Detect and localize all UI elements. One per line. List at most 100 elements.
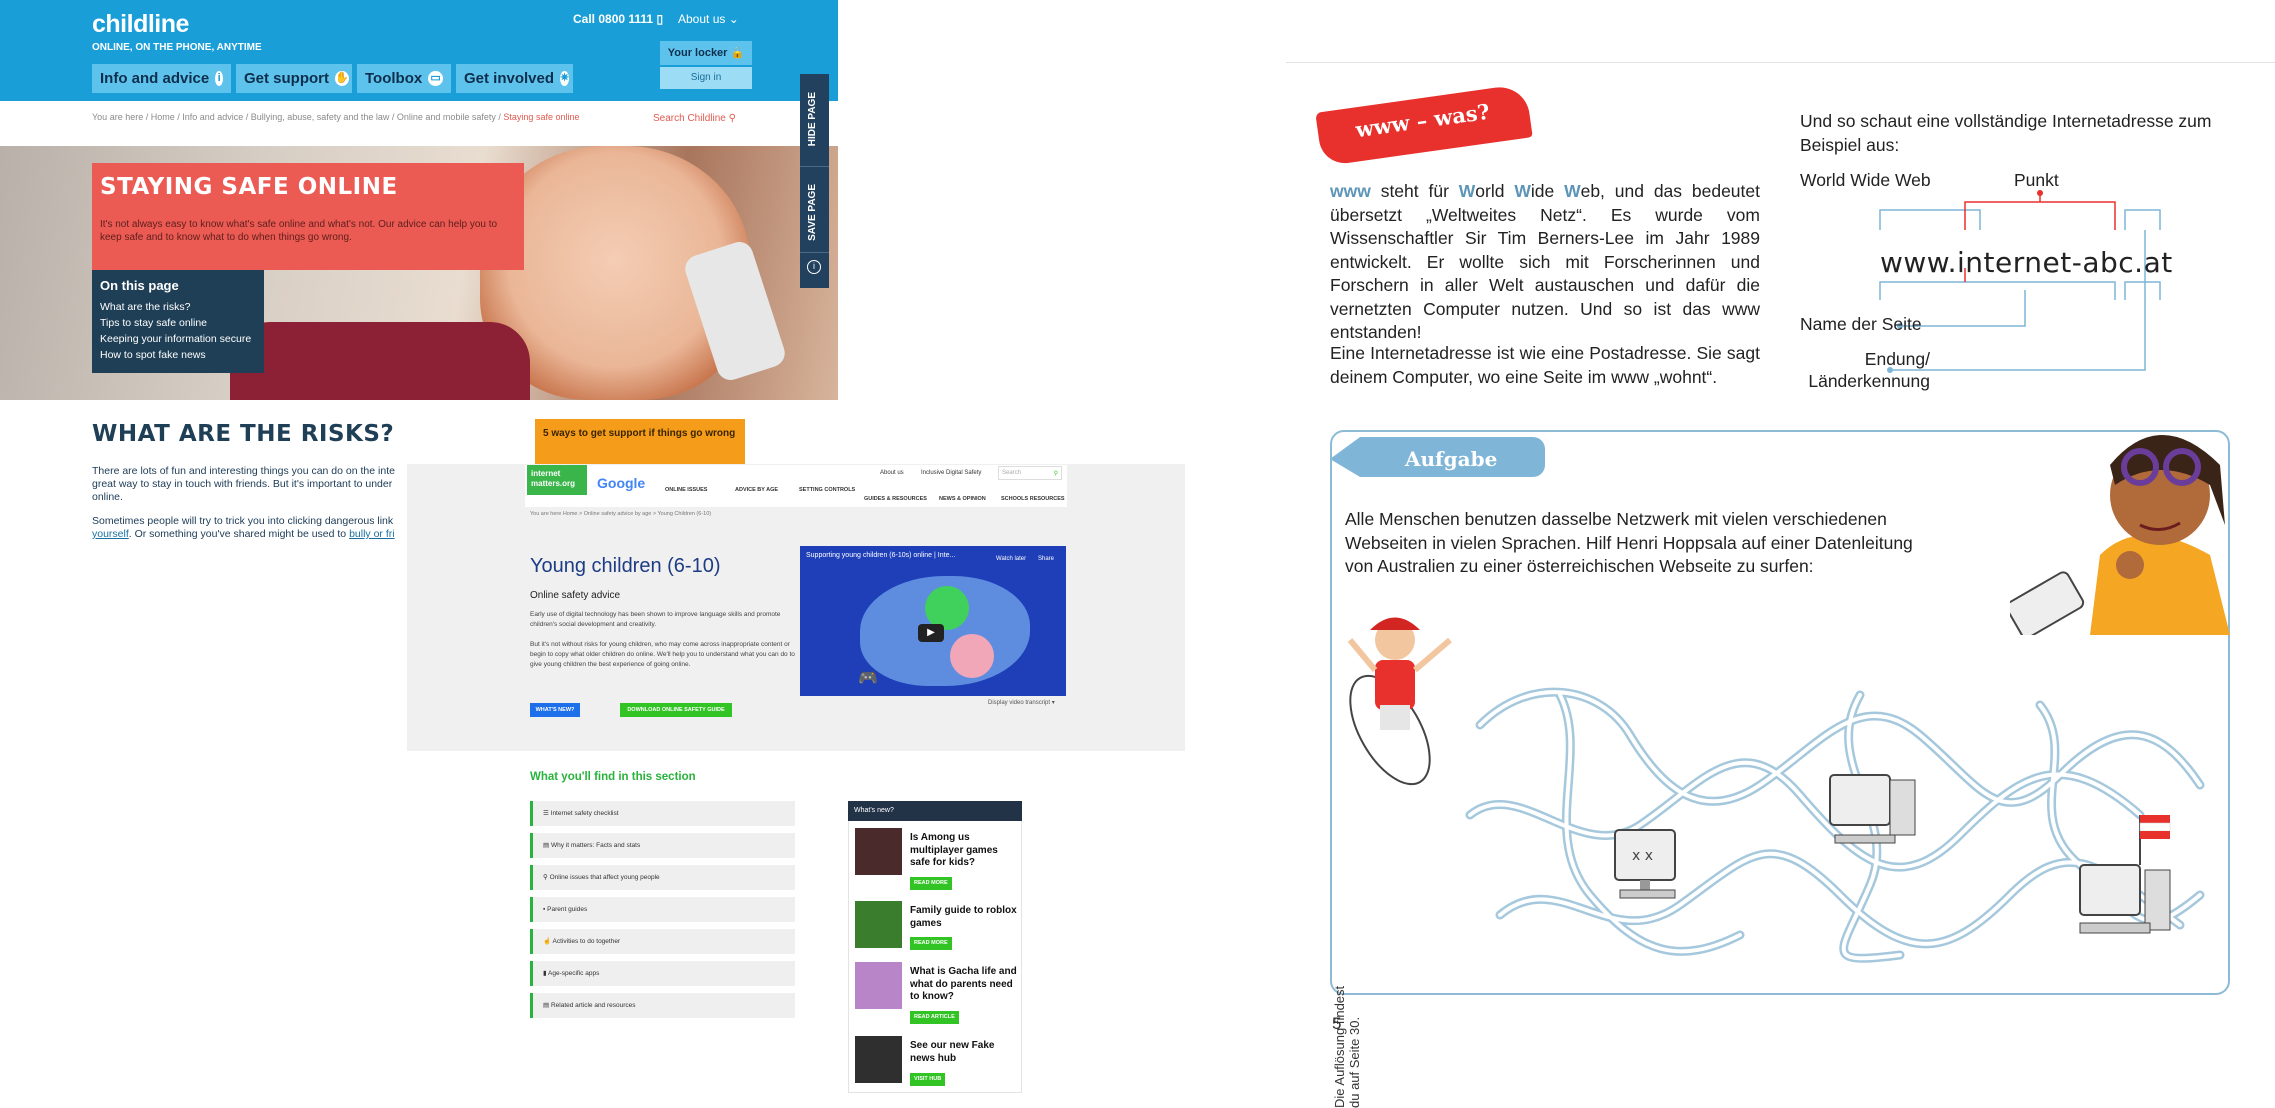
whats-new-button[interactable]: WHAT'S NEW? — [530, 703, 580, 717]
childline-tagline: ONLINE, ON THE PHONE, ANYTIME — [92, 42, 262, 53]
visit-hub-button[interactable]: VISIT HUB — [910, 1073, 946, 1086]
download-guide-button[interactable]: DOWNLOAD ONLINE SAFETY GUIDE — [620, 703, 732, 717]
section-item-label: Activities to do together — [552, 938, 621, 945]
nav-involved-label: Get involved — [464, 70, 555, 87]
among-us-thumbnail[interactable] — [855, 828, 902, 875]
on-this-page-link[interactable]: What are the risks? — [100, 299, 256, 315]
about-us-label: About us — [678, 12, 726, 26]
im-nav-schools[interactable]: SCHOOLS RESOURCES — [1001, 496, 1065, 502]
nav-toolbox[interactable]: Toolbox ▭ — [357, 64, 451, 93]
roblox-thumbnail[interactable] — [855, 901, 902, 948]
section-item-label: Internet safety checklist — [550, 810, 619, 817]
page-tools-sidebar: HIDE PAGE SAVE PAGE i — [800, 74, 829, 288]
im-paragraph-2: But it's not without risks for young chi… — [530, 641, 795, 668]
call-number: Call 0800 1111 — [573, 12, 654, 26]
your-locker-button[interactable]: Your locker 🔒 — [660, 41, 752, 65]
section-item-apps[interactable]: ▮ Age-specific apps — [530, 961, 795, 986]
section-item-online-issues[interactable]: ⚲ Online issues that affect young people — [530, 865, 795, 890]
on-this-page-link[interactable]: Keeping your information secure — [100, 331, 256, 347]
risks-heading: WHAT ARE THE RISKS? — [92, 421, 395, 447]
im-breadcrumb[interactable]: You are here Home > Online safety advice… — [530, 511, 711, 517]
section-item-label: Related article and resources — [550, 1002, 636, 1009]
section-item-label: Online issues that affect young people — [549, 874, 660, 881]
task-text: Alle Menschen benutzen dasselbe Netzwerk… — [1345, 509, 1913, 576]
hero-title: STAYING SAFE ONLINE — [100, 174, 398, 200]
girl-character-illustration — [2010, 435, 2230, 635]
maze-illustration: x x — [1465, 687, 2205, 963]
im-paragraph: Early use of digital technology has been… — [530, 611, 781, 628]
im-nav-news[interactable]: NEWS & OPINION — [939, 496, 986, 502]
im-inclusive-link[interactable]: Inclusive Digital Safety — [921, 470, 981, 476]
hero-text: It's not always easy to know what's safe… — [100, 219, 498, 243]
w-highlight: W — [1564, 181, 1581, 201]
nav-get-involved[interactable]: Get involved ✷ — [456, 64, 573, 93]
nav-support-label: Get support — [244, 70, 329, 87]
im-nav-guides[interactable]: GUIDES & RESOURCES — [864, 496, 927, 502]
search-icon: ⚲ — [543, 874, 548, 881]
im-about-link[interactable]: About us — [880, 470, 904, 476]
bully-link[interactable]: bully or fri — [349, 528, 395, 540]
im-search-input[interactable]: Search ⚲ — [998, 466, 1062, 480]
news-title[interactable]: Family guide to roblox games — [910, 905, 1018, 930]
read-more-button[interactable]: READ MORE — [910, 937, 952, 950]
section-title: What you'll find in this section — [530, 771, 696, 783]
toolbox-icon: ▭ — [428, 71, 443, 86]
news-title[interactable]: What is Gacha life and what do parents n… — [910, 966, 1018, 1004]
svg-text:x x: x x — [1632, 848, 1653, 864]
search-icon: ⚲ — [728, 113, 736, 124]
share-button[interactable]: Share — [1038, 556, 1054, 562]
phone-icon: ▯ — [656, 12, 664, 26]
news-title[interactable]: See our new Fake news hub — [910, 1040, 1018, 1065]
text: ide — [1530, 181, 1565, 201]
transcript-toggle[interactable]: Display video transcript ▾ — [988, 699, 1055, 706]
on-this-page-link[interactable]: Tips to stay safe online — [100, 315, 256, 331]
book-icon: ▪ — [543, 906, 546, 913]
section-item-related[interactable]: ▤ Related article and resources — [530, 993, 795, 1018]
internet-matters-page — [407, 464, 1185, 751]
im-logo[interactable]: internet matters.org — [527, 465, 587, 495]
read-more-button[interactable]: READ MORE — [910, 877, 952, 890]
search-childline[interactable]: Search Childline ⚲ — [653, 113, 736, 124]
section-item-facts[interactable]: ▤ Why it matters: Facts and stats — [530, 833, 795, 858]
nav-info-label: Info and advice — [100, 70, 210, 87]
news-title[interactable]: Is Among us multiplayer games safe for k… — [910, 832, 1018, 870]
save-page-button[interactable]: SAVE PAGE — [807, 184, 818, 241]
on-this-page-link[interactable]: How to spot fake news — [100, 347, 256, 363]
child-avatar-illustration — [950, 634, 994, 678]
info-circle-icon[interactable]: i — [807, 260, 821, 274]
risks-text: . Or something you've shared might be us… — [128, 528, 350, 540]
support-callout[interactable]: 5 ways to get support if things go wrong — [535, 419, 745, 464]
play-icon[interactable]: ▶ — [918, 624, 944, 642]
childline-logo[interactable]: childline — [92, 10, 189, 39]
im-nav-online-issues[interactable]: ONLINE ISSUES — [665, 487, 707, 493]
transcript-label: Display video transcript — [988, 700, 1051, 706]
label-world-wide-web: World Wide Web — [1800, 170, 1931, 190]
nav-info-and-advice[interactable]: Info and advice i — [92, 64, 231, 93]
whats-new-header: What's new? — [848, 801, 1022, 821]
label-endung: Endung/ Länderkennung — [1808, 349, 1930, 391]
section-item-checklist[interactable]: ☰ Internet safety checklist — [530, 801, 795, 826]
im-nav-advice-by-age[interactable]: ADVICE BY AGE — [735, 487, 778, 493]
text: steht für — [1370, 181, 1459, 201]
search-icon: ⚲ — [1053, 471, 1058, 477]
sign-in-button[interactable]: Sign in — [660, 67, 752, 89]
hide-page-button[interactable]: HIDE PAGE — [807, 92, 818, 146]
im-nav-setting-controls[interactable]: SETTING CONTROLS — [799, 487, 855, 493]
www-explanation: www steht für World Wide Web, und das be… — [1330, 180, 1760, 345]
video-player[interactable]: 🎮 Supporting young children (6-10s) onli… — [800, 546, 1066, 696]
call-link[interactable]: Call 0800 1111 ▯ — [573, 12, 663, 26]
example-url: www.internet-abc.at — [1880, 246, 2173, 279]
section-item-label: Why it matters: Facts and stats — [550, 842, 641, 849]
fake-news-thumbnail[interactable] — [855, 1036, 902, 1083]
watch-later-button[interactable]: Watch later — [996, 556, 1026, 562]
read-article-button[interactable]: READ ARTICLE — [910, 1011, 959, 1024]
section-item-parent-guides[interactable]: ▪ Parent guides — [530, 897, 795, 922]
video-title: Supporting young children (6-10s) online… — [806, 552, 955, 559]
gacha-life-thumbnail[interactable] — [855, 962, 902, 1009]
about-us-menu[interactable]: About us ⌄ — [678, 12, 739, 26]
locker-label: Your locker — [667, 47, 728, 59]
yourself-link[interactable]: yourself — [92, 528, 129, 540]
nav-get-support[interactable]: Get support ✋ — [236, 64, 352, 93]
section-item-activities[interactable]: ☝ Activities to do together — [530, 929, 795, 954]
breadcrumb-path[interactable]: You are here / Home / Info and advice / … — [92, 112, 503, 122]
